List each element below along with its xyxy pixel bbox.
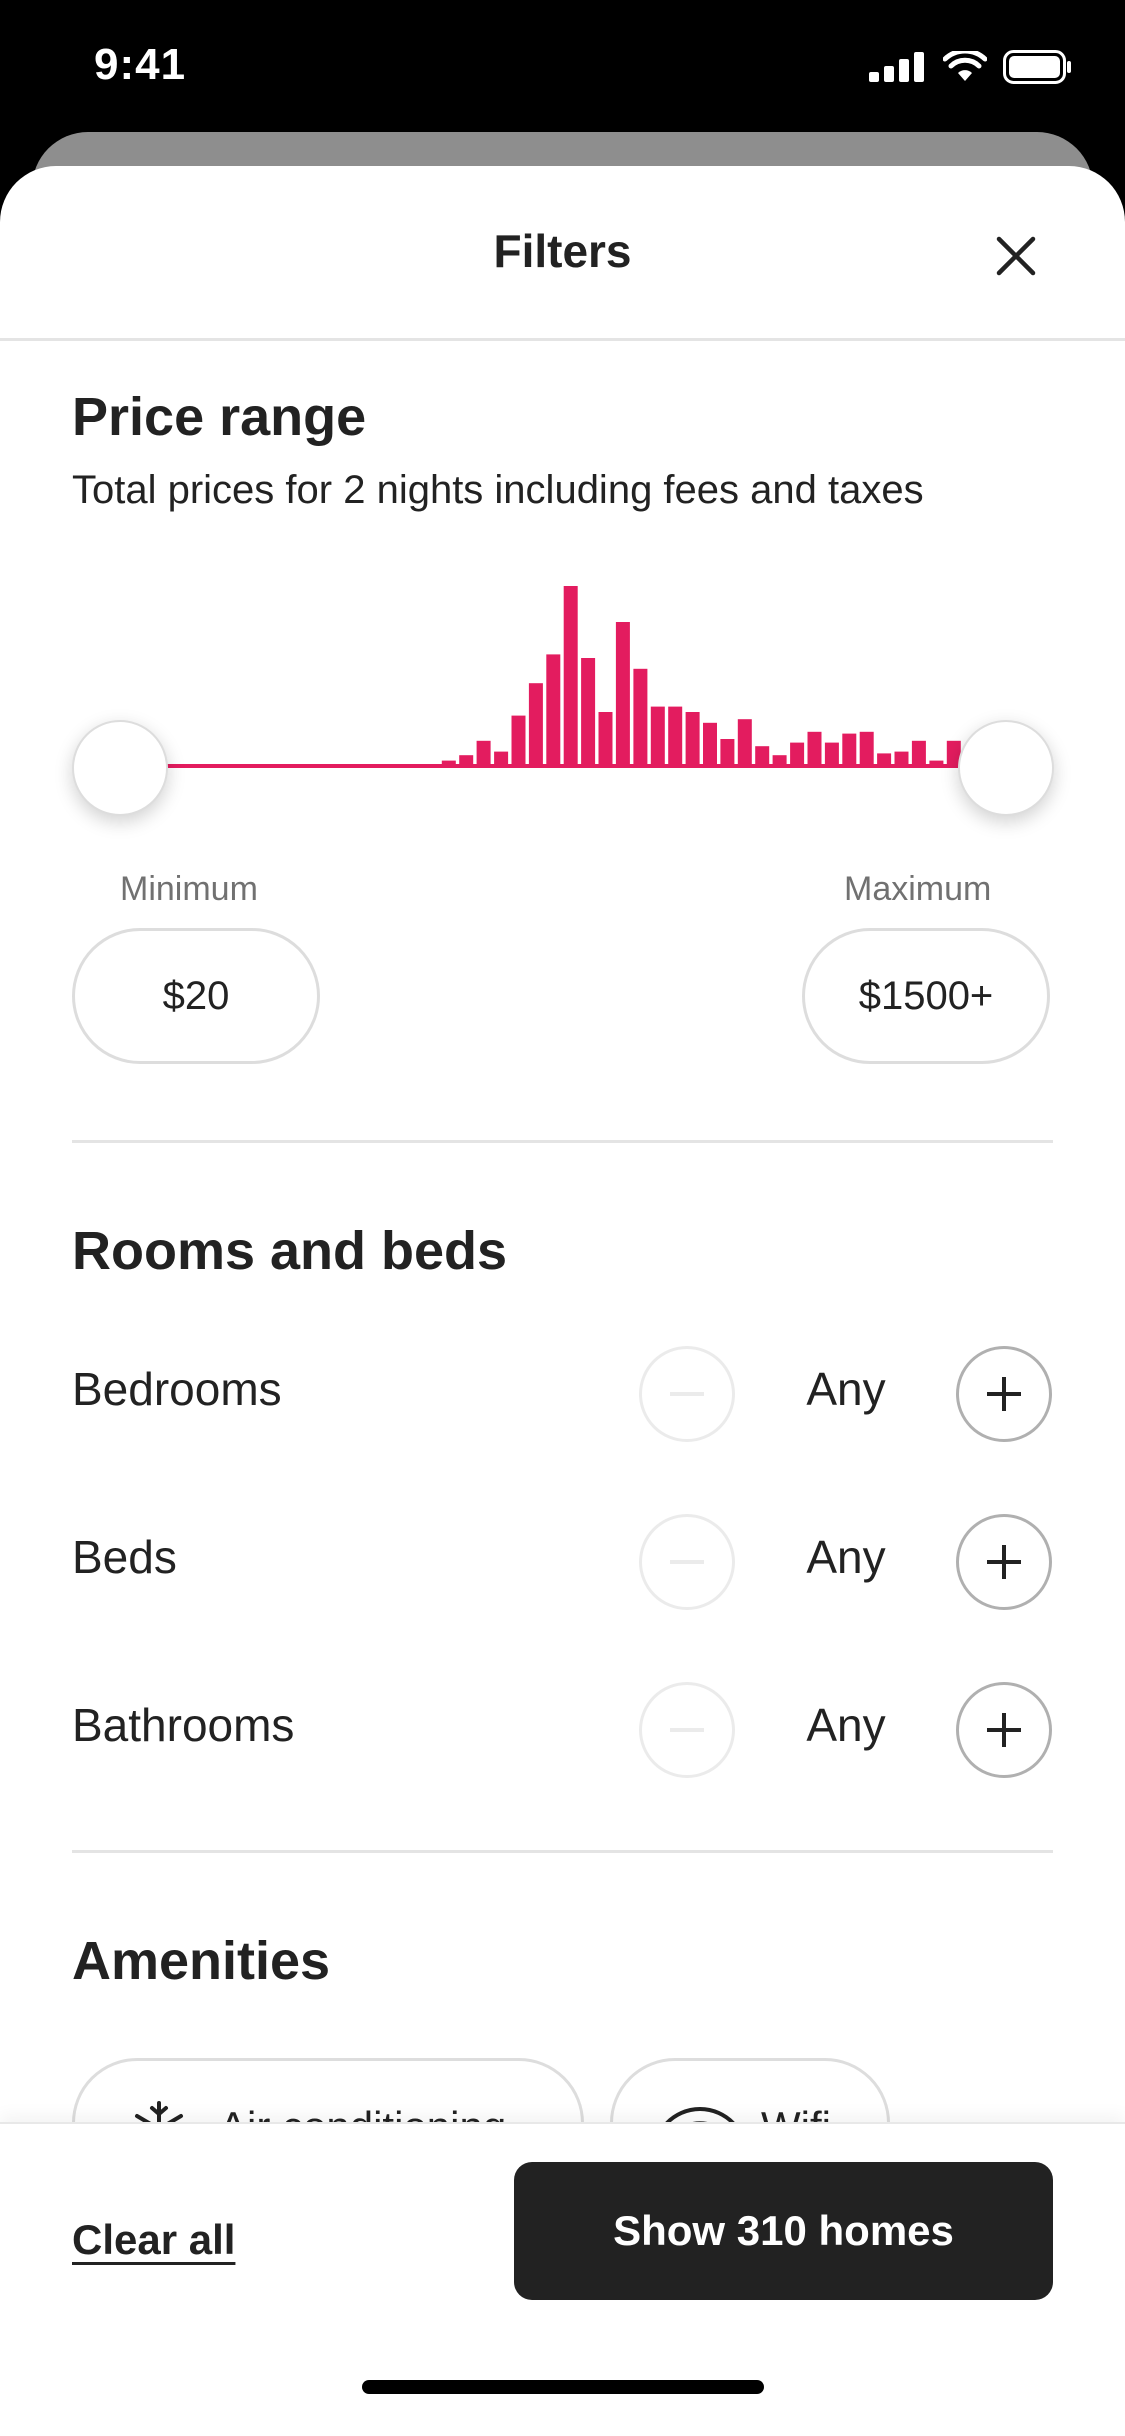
histogram-bar xyxy=(929,760,944,766)
bathrooms-label: Bathrooms xyxy=(72,1699,295,1751)
histogram-bar xyxy=(581,658,596,766)
histogram-bar xyxy=(546,654,561,766)
plus-icon xyxy=(987,1545,1021,1579)
histogram-bar xyxy=(737,719,752,766)
histogram-bar xyxy=(685,712,700,766)
bathrooms-value: Any xyxy=(806,1699,886,1751)
clear-all-button[interactable]: Clear all xyxy=(72,2216,235,2264)
status-time: 9:41 xyxy=(94,40,187,89)
amenities-title: Amenities xyxy=(72,1931,331,1991)
bedrooms-label: Bedrooms xyxy=(72,1363,282,1415)
histogram-bar xyxy=(877,753,892,766)
histogram-bar xyxy=(755,746,770,766)
histogram-bar xyxy=(894,751,909,766)
histogram-bar xyxy=(563,586,578,766)
histogram-bar xyxy=(476,740,491,766)
rooms-and-beds-title: Rooms and beds xyxy=(72,1221,508,1281)
beds-value: Any xyxy=(806,1531,886,1583)
beds-increase-button[interactable] xyxy=(956,1514,1052,1610)
minus-icon xyxy=(670,1392,704,1396)
histogram-bar xyxy=(772,755,787,766)
minus-icon xyxy=(670,1560,704,1564)
histogram-bar xyxy=(528,683,543,766)
filters-sheet: Filters Price range Total prices for 2 n… xyxy=(0,166,1125,2436)
divider xyxy=(72,1140,1053,1143)
footer-bar: Clear all Show 310 homes xyxy=(0,2122,1125,2436)
minimum-label: Minimum xyxy=(120,870,258,908)
histogram-bar xyxy=(911,740,926,766)
histogram-bar xyxy=(790,742,805,766)
minimum-price-input[interactable]: $20 xyxy=(72,928,320,1064)
histogram-bar xyxy=(650,706,665,766)
maximum-label: Maximum xyxy=(844,870,992,908)
histogram-bar xyxy=(824,742,839,766)
histogram-bar xyxy=(511,715,526,766)
bedrooms-decrease-button[interactable] xyxy=(639,1346,735,1442)
price-slider-min-thumb[interactable] xyxy=(72,720,168,816)
bathrooms-decrease-button[interactable] xyxy=(639,1682,735,1778)
divider xyxy=(72,1850,1053,1853)
status-bar: 9:41 xyxy=(0,0,1125,132)
histogram-bar xyxy=(441,760,456,766)
histogram-bar xyxy=(720,739,735,766)
battery-icon xyxy=(1003,50,1071,84)
show-homes-button[interactable]: Show 310 homes xyxy=(514,2162,1053,2300)
bathrooms-increase-button[interactable] xyxy=(956,1682,1052,1778)
wifi-status-icon xyxy=(943,51,987,81)
histogram-bar xyxy=(668,706,683,766)
plus-icon xyxy=(987,1713,1021,1747)
histogram-bar xyxy=(494,751,509,766)
home-indicator xyxy=(362,2380,764,2394)
bedrooms-value: Any xyxy=(806,1363,886,1415)
price-histogram xyxy=(118,586,1013,768)
maximum-price-input[interactable]: $1500+ xyxy=(802,928,1050,1064)
histogram-bar xyxy=(459,755,474,766)
status-icons xyxy=(869,50,1073,84)
histogram-bar xyxy=(842,733,857,766)
beds-decrease-button[interactable] xyxy=(639,1514,735,1610)
histogram-bar xyxy=(615,622,630,766)
histogram-bar xyxy=(807,731,822,766)
bedrooms-increase-button[interactable] xyxy=(956,1346,1052,1442)
cellular-signal-icon xyxy=(869,52,924,82)
beds-label: Beds xyxy=(72,1531,177,1583)
plus-icon xyxy=(987,1377,1021,1411)
histogram-bar xyxy=(703,722,717,766)
histogram-bar xyxy=(598,712,613,766)
price-slider-max-thumb[interactable] xyxy=(958,720,1054,816)
minus-icon xyxy=(670,1728,704,1732)
histogram-bar xyxy=(859,731,874,766)
histogram-bar xyxy=(633,668,648,766)
